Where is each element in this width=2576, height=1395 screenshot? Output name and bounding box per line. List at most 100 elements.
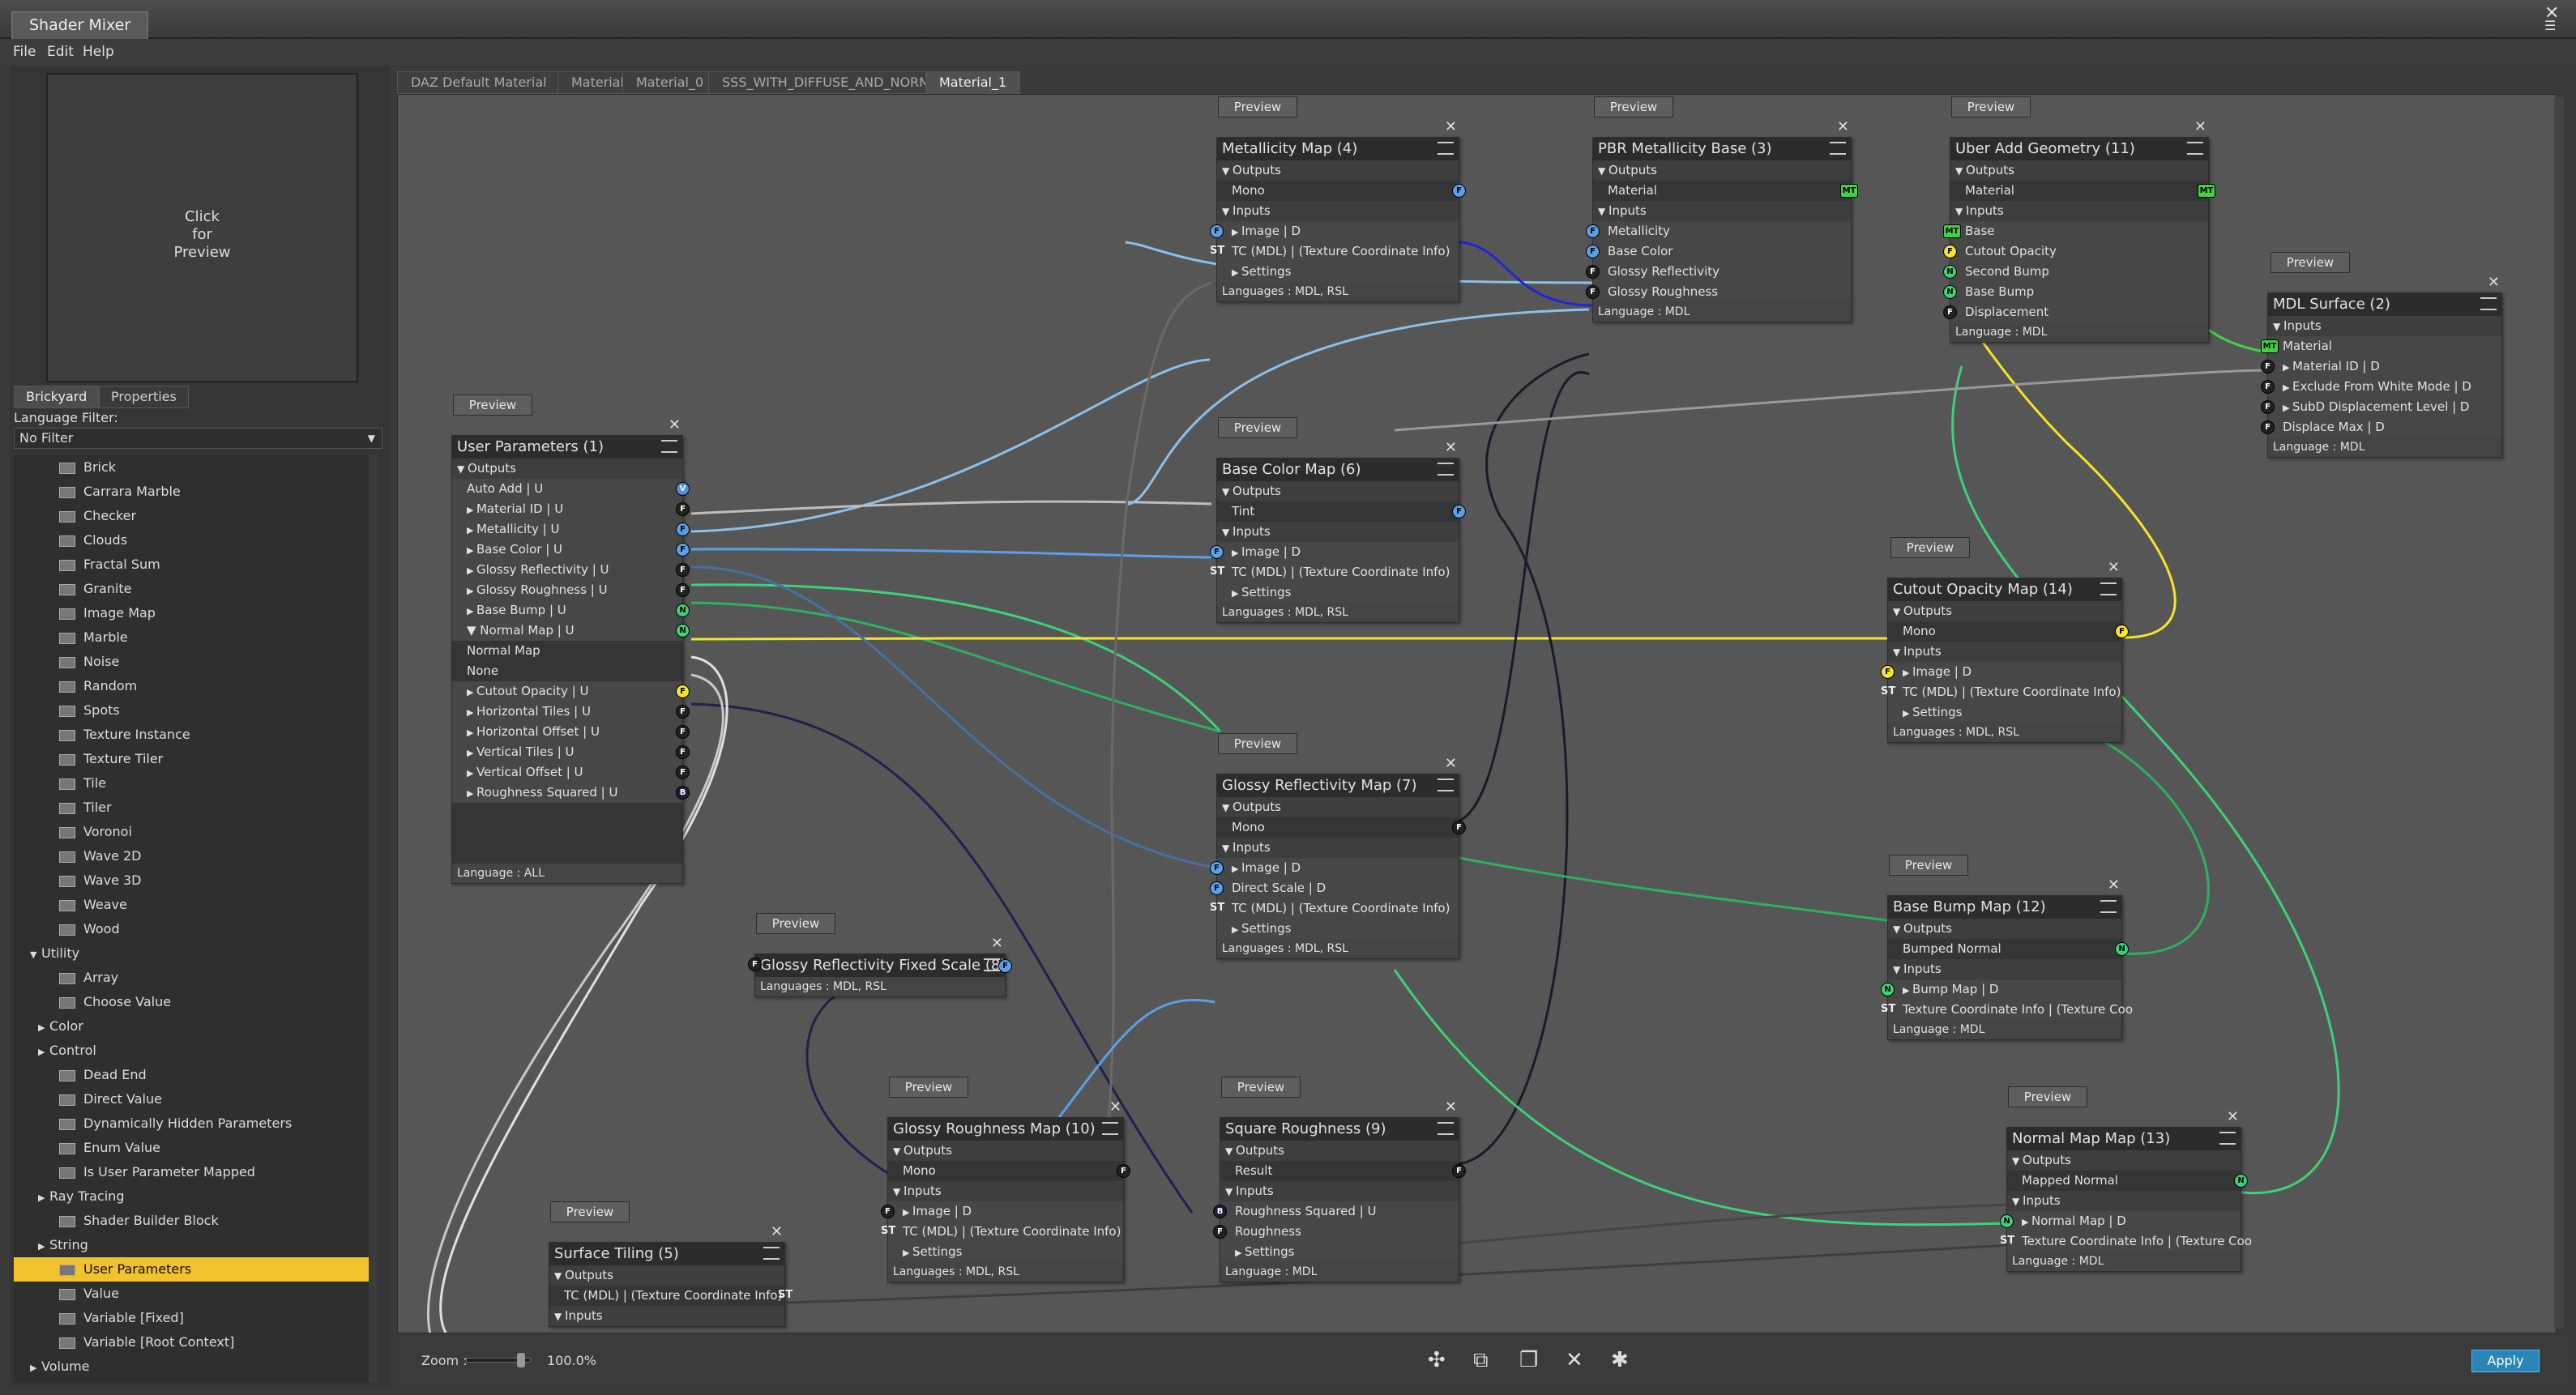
tree-item[interactable]: Noise	[14, 650, 377, 674]
input-port-icon[interactable]: F	[1586, 245, 1600, 258]
node-title[interactable]: Surface Tiling (5)	[549, 1243, 784, 1265]
node-menu-icon[interactable]	[1438, 779, 1454, 791]
output-port-icon[interactable]: F	[2115, 625, 2129, 638]
node-row[interactable]: Bump Map | D N	[1881, 979, 2121, 1000]
tree-item[interactable]: Carrara Marble	[14, 480, 377, 504]
output-port-icon[interactable]: F	[1452, 184, 1466, 198]
expand-right-icon[interactable]: ▶	[38, 1186, 49, 1210]
node-menu-icon[interactable]	[661, 440, 677, 453]
tree-item[interactable]: Tiler	[14, 796, 377, 820]
section-header[interactable]: Inputs	[1220, 1181, 1459, 1201]
node-row[interactable]: Horizontal Tiles | U F	[452, 702, 690, 722]
tree-item[interactable]: Variable [Fixed]	[14, 1306, 377, 1330]
input-port-icon[interactable]: N	[1881, 983, 1895, 996]
node-cutout[interactable]: ✕ Cutout Opacity Map (14) Outputs Mono F Inpu…	[1881, 559, 2129, 743]
input-port-icon[interactable]: N	[2000, 1214, 2014, 1228]
node-row[interactable]: Metallicity | U F	[452, 519, 690, 540]
tree-item[interactable]: Checker	[14, 504, 377, 528]
tab-daz-default-material[interactable]: DAZ Default Material	[397, 71, 561, 94]
node-title[interactable]: Glossy Reflectivity Map (7)	[1217, 774, 1459, 797]
node-pbr[interactable]: ✕ PBR Metallicity Base (3) Outputs Material…	[1586, 118, 1858, 322]
node-row[interactable]: Material ID | D F	[2261, 356, 2501, 377]
preview-button[interactable]: Preview	[1218, 733, 1297, 754]
close-icon[interactable]: ✕	[2108, 559, 2120, 576]
expand-down-icon[interactable]: ▼	[30, 943, 41, 967]
node-row[interactable]: Settings	[1217, 262, 1459, 282]
node-title[interactable]: Cutout Opacity Map (14)	[1888, 578, 2121, 601]
preview-button[interactable]: Preview	[550, 1201, 630, 1222]
node-title[interactable]: MDL Surface (2)	[2268, 293, 2501, 316]
node-menu-icon[interactable]	[1102, 1122, 1118, 1135]
node-row[interactable]: Glossy Reflectivity | U F	[452, 560, 690, 580]
section-header[interactable]: Inputs	[1888, 642, 2121, 662]
section-header[interactable]: Inputs	[2007, 1191, 2241, 1211]
node-title[interactable]: User Parameters (1)	[452, 436, 682, 459]
tree-item[interactable]: Granite	[14, 577, 377, 601]
tab-material-1[interactable]: Material_1	[925, 71, 1021, 94]
tab-brickyard[interactable]: Brickyard	[14, 386, 100, 408]
preview-button[interactable]: Preview	[1218, 417, 1297, 438]
preview-button[interactable]: Preview	[1221, 1077, 1301, 1098]
output-port-icon[interactable]: F	[676, 543, 690, 557]
tree-item[interactable]: Image Map	[14, 601, 377, 625]
node-menu-icon[interactable]	[2480, 297, 2497, 310]
node-row[interactable]: Image | D F	[1210, 542, 1459, 562]
node-title[interactable]: Square Roughness (9)	[1220, 1118, 1459, 1141]
node-title[interactable]: PBR Metallicity Base (3)	[1593, 138, 1851, 160]
zoom-slider-handle[interactable]	[517, 1353, 525, 1367]
tree-scrollbar[interactable]	[369, 455, 377, 1383]
tree-item[interactable]: Marble	[14, 625, 377, 650]
node-row[interactable]: Settings	[1888, 702, 2121, 723]
node-groughmap[interactable]: ✕ Glossy Roughness Map (10) Outputs Mono F In…	[881, 1099, 1130, 1282]
preview-button[interactable]: Preview	[889, 1077, 968, 1098]
output-port-icon[interactable]: MT	[2198, 184, 2215, 198]
output-port-icon[interactable]: F	[676, 563, 690, 577]
node-menu-icon[interactable]	[984, 958, 1000, 971]
close-icon[interactable]: ✕	[1445, 118, 1457, 135]
input-port-icon[interactable]: ST	[881, 1225, 895, 1239]
section-header[interactable]: Inputs	[549, 1306, 784, 1326]
node-title[interactable]: Glossy Reflectivity Fixed Scale (8) F F	[748, 954, 1012, 977]
input-port-icon[interactable]: F	[1210, 861, 1224, 875]
close-icon[interactable]: ✕	[2108, 877, 2120, 894]
node-canvas[interactable]: Preview ✕ User Parameters (1) Outputs Auto A…	[397, 94, 2557, 1333]
section-header[interactable]: Outputs	[1217, 797, 1459, 817]
input-port-icon[interactable]: F	[1881, 665, 1895, 679]
input-port-icon[interactable]: F	[748, 958, 762, 971]
tree-item[interactable]: Wave 3D	[14, 868, 377, 893]
node-row[interactable]: Base Color | U F	[452, 540, 690, 560]
language-filter-select[interactable]: No Filter	[14, 428, 382, 449]
tree-item[interactable]: Array	[14, 966, 377, 990]
section-header[interactable]: Inputs	[1217, 201, 1459, 221]
node-basecolor[interactable]: ✕ Base Color Map (6) Outputs Tint F Inputs Ima…	[1210, 439, 1466, 623]
node-row[interactable]: Image | D F	[881, 1201, 1123, 1222]
section-header[interactable]: Outputs	[1888, 601, 2121, 621]
menu-file[interactable]: File	[13, 44, 36, 60]
tree-item[interactable]: Clouds	[14, 528, 377, 552]
node-row[interactable]: Image | D F	[1210, 858, 1459, 878]
input-port-icon[interactable]: F	[1586, 285, 1600, 299]
section-header[interactable]: Outputs	[1950, 160, 2208, 181]
close-icon[interactable]: ✕	[1837, 118, 1849, 135]
node-row[interactable]: Cutout Opacity | U F	[452, 681, 690, 702]
close-icon[interactable]: ✕	[771, 1223, 783, 1240]
section-header[interactable]: Outputs	[452, 459, 682, 479]
node-row[interactable]: Material ID | U F	[452, 499, 690, 519]
node-title[interactable]: Normal Map Map (13)	[2007, 1128, 2241, 1150]
output-port-icon[interactable]: N	[2115, 942, 2129, 956]
node-normal[interactable]: ✕ Normal Map Map (13) Outputs Mapped Normal…	[2000, 1108, 2252, 1272]
node-surftile[interactable]: ✕ Surface Tiling (5) Outputs TC (MDL) | (Te…	[549, 1223, 792, 1327]
close-icon[interactable]: ✕	[991, 935, 1003, 952]
tree-item[interactable]: Texture Tiler	[14, 747, 377, 771]
tree-item[interactable]: Choose Value	[14, 990, 377, 1014]
output-port-icon[interactable]: F	[1117, 1164, 1130, 1178]
input-port-icon[interactable]: F	[2261, 420, 2275, 434]
section-header[interactable]: Outputs	[2007, 1150, 2241, 1171]
close-icon[interactable]: ✕	[2488, 274, 2500, 291]
output-port-icon[interactable]: F	[1452, 821, 1466, 834]
output-port-icon[interactable]: F	[676, 685, 690, 698]
output-port-icon[interactable]: F	[676, 705, 690, 719]
node-title[interactable]: Metallicity Map (4)	[1217, 138, 1459, 160]
expand-right-icon[interactable]: ▶	[38, 1040, 49, 1064]
input-port-icon[interactable]: ST	[1210, 902, 1224, 915]
